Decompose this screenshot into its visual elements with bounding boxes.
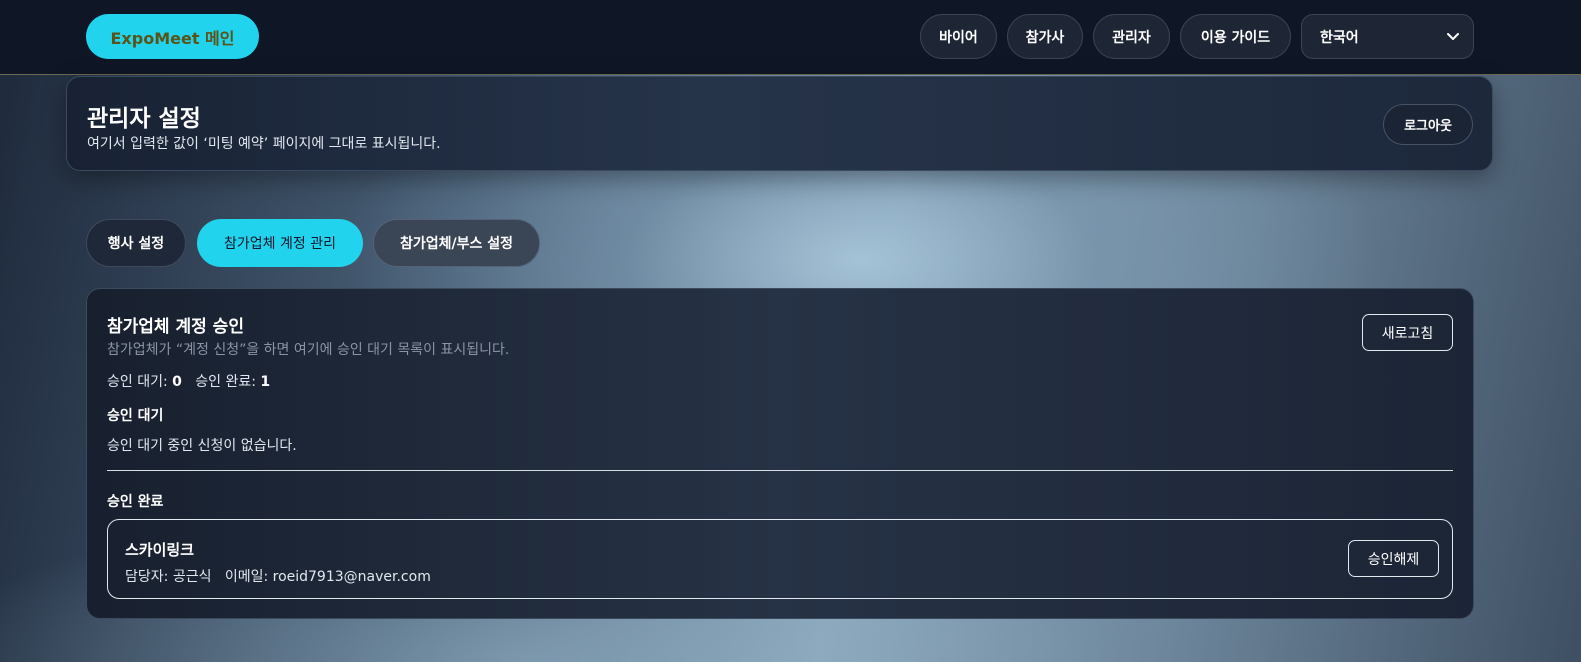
- language-select[interactable]: 한국어: [1301, 14, 1474, 59]
- panel-title: 참가업체 계정 승인: [107, 317, 244, 337]
- tab-event-settings[interactable]: 행사 설정: [86, 219, 186, 267]
- contact-label: 담당자:: [125, 569, 169, 585]
- admin-settings-header: 관리자 설정 여기서 입력한 값이 ‘미팅 예약’ 페이지에 그대로 표시됩니다…: [66, 76, 1493, 171]
- pending-count: 0: [172, 374, 182, 390]
- email-label: 이메일:: [224, 569, 269, 585]
- pending-heading: 승인 대기: [107, 408, 164, 424]
- approved-count-label: 승인 완료:: [195, 374, 256, 390]
- panel-subtitle: 참가업체가 “계정 신청”을 하면 여기에 승인 대기 목록이 표시됩니다.: [107, 342, 510, 358]
- nav-guide-button[interactable]: 이용 가이드: [1180, 14, 1291, 59]
- refresh-button[interactable]: 새로고침: [1362, 314, 1453, 351]
- logout-button[interactable]: 로그아웃: [1383, 104, 1473, 145]
- contact-name: 공근식: [172, 569, 212, 585]
- exhibitor-approval-panel: 참가업체 계정 승인 참가업체가 “계정 신청”을 하면 여기에 승인 대기 목…: [86, 288, 1474, 619]
- top-navigation-bar: ExpoMeet 메인 바이어 참가사 관리자 이용 가이드 한국어: [0, 0, 1581, 75]
- chevron-down-icon: [1447, 29, 1459, 45]
- approved-count: 1: [260, 374, 271, 390]
- pending-empty-message: 승인 대기 중인 신청이 없습니다.: [107, 438, 297, 454]
- approved-list-item: 스카이링크 담당자: 공근식 이메일: roeid7913@naver.com …: [107, 519, 1453, 599]
- language-selected-value: 한국어: [1320, 29, 1359, 46]
- tab-exhibitor-accounts[interactable]: 참가업체 계정 관리: [197, 219, 363, 267]
- page-subtitle: 여기서 입력한 값이 ‘미팅 예약’ 페이지에 그대로 표시됩니다.: [87, 136, 441, 152]
- pending-count-label: 승인 대기:: [107, 374, 168, 390]
- expomeet-main-button[interactable]: ExpoMeet 메인: [86, 14, 259, 59]
- unapprove-button[interactable]: 승인해제: [1348, 540, 1439, 577]
- page-title: 관리자 설정: [87, 106, 201, 132]
- exhibitor-name: 스카이링크: [125, 541, 195, 559]
- nav-admin-button[interactable]: 관리자: [1093, 14, 1170, 59]
- nav-buyer-button[interactable]: 바이어: [920, 14, 997, 59]
- tab-exhibitor-booth-settings[interactable]: 참가업체/부스 설정: [373, 219, 540, 267]
- section-divider: [107, 470, 1453, 471]
- approved-heading: 승인 완료: [107, 494, 164, 510]
- exhibitor-contact-info: 담당자: 공근식 이메일: roeid7913@naver.com: [125, 566, 431, 586]
- approval-stats: 승인 대기: 0 승인 완료: 1: [107, 371, 270, 391]
- nav-exhibitor-button[interactable]: 참가사: [1007, 14, 1083, 59]
- contact-email: roeid7913@naver.com: [272, 569, 431, 585]
